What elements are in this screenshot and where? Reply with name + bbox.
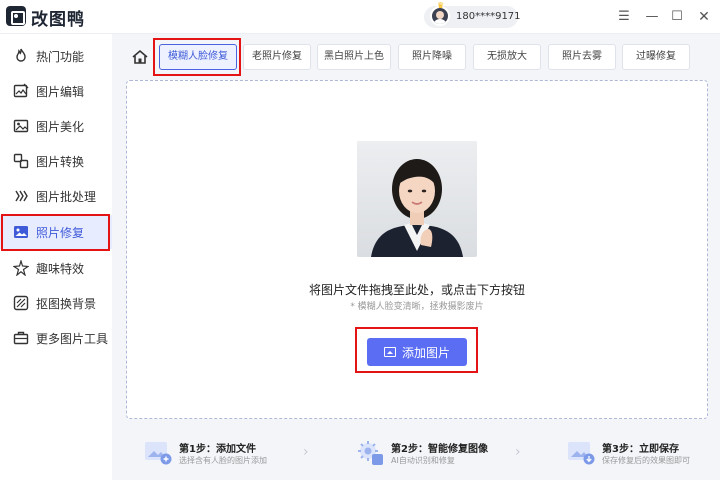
- chevron-right-icon: ›: [303, 444, 309, 460]
- tab-old-photo-repair[interactable]: 老照片修复: [243, 44, 311, 70]
- app-title: 改图鸭: [31, 10, 85, 30]
- sidebar-item-label: 图片批处理: [36, 189, 97, 204]
- save-step-icon: [567, 438, 595, 466]
- step-1-title: 第1步：添加文件: [179, 444, 256, 455]
- tab-dehaze[interactable]: 照片去雾: [548, 44, 616, 70]
- step-2-title: 第2步：智能修复图像: [391, 444, 488, 455]
- add-file-step-icon: [144, 438, 172, 466]
- app-logo-icon: [6, 6, 26, 26]
- maximize-icon[interactable]: ☐: [668, 8, 686, 26]
- close-icon[interactable]: ✕: [695, 8, 713, 26]
- sidebar-item-edit[interactable]: 图片编辑: [0, 74, 112, 108]
- convert-icon: [13, 153, 29, 169]
- user-phone[interactable]: 180****9171: [456, 11, 521, 22]
- tab-colorize[interactable]: 黑白照片上色: [317, 44, 391, 70]
- home-icon[interactable]: [131, 48, 149, 66]
- sidebar-item-convert[interactable]: 图片转换: [0, 144, 112, 178]
- tab-denoise[interactable]: 照片降噪: [398, 44, 466, 70]
- drop-zone-subtitle: * 模糊人脸变清晰，拯救摄影废片: [350, 302, 484, 312]
- add-image-button-label: 添加图片: [401, 345, 450, 360]
- edit-image-icon: [13, 83, 29, 99]
- sidebar-item-label: 抠图换背景: [36, 296, 97, 311]
- add-image-button[interactable]: 添加图片: [367, 338, 467, 366]
- menu-icon[interactable]: ☰: [615, 8, 633, 26]
- sidebar-item-label: 照片修复: [36, 225, 85, 240]
- minimize-icon[interactable]: —: [643, 8, 661, 26]
- sidebar-item-photo-repair[interactable]: 照片修复: [0, 215, 112, 249]
- cutout-icon: [13, 295, 29, 311]
- photo-repair-icon: [13, 224, 29, 240]
- fire-icon: [13, 48, 29, 64]
- step-3-title: 第3步：立即保存: [602, 444, 679, 455]
- toolbox-icon: [13, 330, 29, 346]
- tab-upscale[interactable]: 无损放大: [473, 44, 541, 70]
- sidebar-item-label: 图片编辑: [36, 84, 85, 99]
- sample-portrait-image: [357, 141, 477, 257]
- sidebar-item-label: 趣味特效: [36, 261, 85, 276]
- vip-crown-icon: ♛: [437, 1, 445, 10]
- sidebar-item-label: 图片美化: [36, 119, 85, 134]
- step-1-desc: 选择含有人脸的图片添加: [179, 456, 267, 465]
- sidebar-item-batch[interactable]: 图片批处理: [0, 179, 112, 213]
- beautify-icon: [13, 118, 29, 134]
- sidebar-item-label: 热门功能: [36, 49, 85, 64]
- step-3-desc: 保存修复后的效果图即可: [602, 456, 690, 465]
- sidebar-item-effects[interactable]: 趣味特效: [0, 251, 112, 285]
- sidebar-item-cutout[interactable]: 抠图换背景: [0, 286, 112, 320]
- drop-zone-title: 将图片文件拖拽至此处，或点击下方按钮: [308, 283, 525, 297]
- batch-icon: [13, 188, 29, 204]
- gear-icon: [356, 438, 384, 466]
- sidebar-item-beautify[interactable]: 图片美化: [0, 109, 112, 143]
- sidebar-item-hot[interactable]: 热门功能: [0, 39, 112, 73]
- tab-overexposure-repair[interactable]: 过曝修复: [622, 44, 690, 70]
- tab-blurry-face-repair[interactable]: 模糊人脸修复: [159, 44, 237, 70]
- sidebar-item-label: 更多图片工具: [36, 331, 109, 346]
- effects-icon: [12, 258, 30, 277]
- sidebar-item-more-tools[interactable]: 更多图片工具: [0, 321, 112, 355]
- step-2-desc: AI自动识别和修复: [391, 456, 455, 465]
- sidebar-item-label: 图片转换: [36, 154, 85, 169]
- chevron-right-icon: ›: [515, 444, 521, 460]
- title-bar: 改图鸭 ♛ 180****9171 ☰ — ☐ ✕: [0, 0, 720, 34]
- image-icon: [383, 347, 396, 357]
